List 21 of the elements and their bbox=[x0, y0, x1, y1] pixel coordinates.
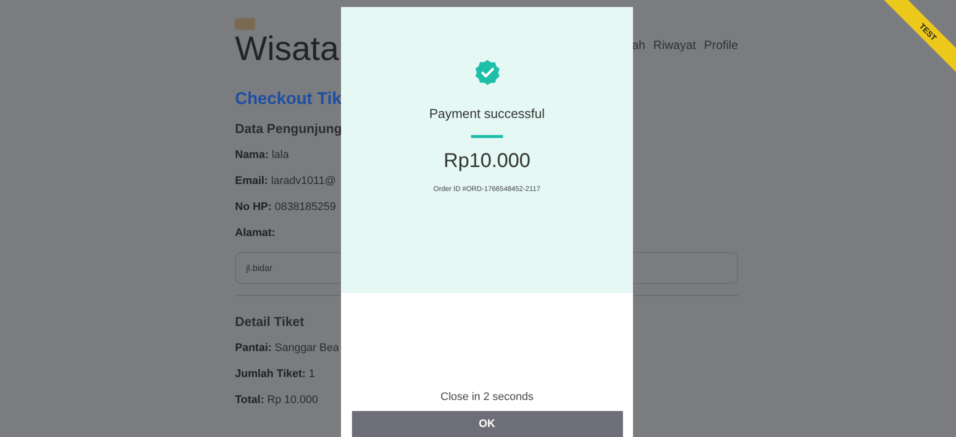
info-text: No HP: 0838185259 bbox=[235, 200, 336, 214]
field-label: Alamat: bbox=[235, 226, 276, 240]
divider-accent bbox=[471, 135, 503, 138]
info-text: Email: laradv1011@ bbox=[235, 174, 336, 188]
logo-photo-placeholder bbox=[235, 18, 255, 30]
section-heading: Detail Tiket bbox=[235, 314, 306, 329]
info-text: Total: Rp 10.000 bbox=[235, 393, 318, 407]
section-heading: Data Pengunjung bbox=[235, 121, 343, 136]
check-badge-icon bbox=[474, 59, 500, 86]
info-text: Pantai: Sanggar Bea bbox=[235, 341, 339, 355]
countdown-text: Close in 2 seconds bbox=[440, 391, 534, 403]
dialog-title: Payment successful bbox=[429, 106, 545, 121]
info-text: Nama: lala bbox=[235, 148, 289, 162]
payment-amount: Rp10.000 bbox=[444, 150, 530, 173]
nav-link[interactable]: Profile bbox=[704, 38, 738, 52]
site-title: Wisata bbox=[235, 30, 339, 68]
nav-link[interactable]: Riwayat bbox=[653, 38, 696, 52]
nav-link[interactable]: ah bbox=[632, 38, 646, 52]
ok-button[interactable]: OK bbox=[352, 411, 622, 437]
page-heading: Checkout Tik bbox=[235, 88, 342, 110]
info-text: Jumlah Tiket: 1 bbox=[235, 367, 315, 381]
